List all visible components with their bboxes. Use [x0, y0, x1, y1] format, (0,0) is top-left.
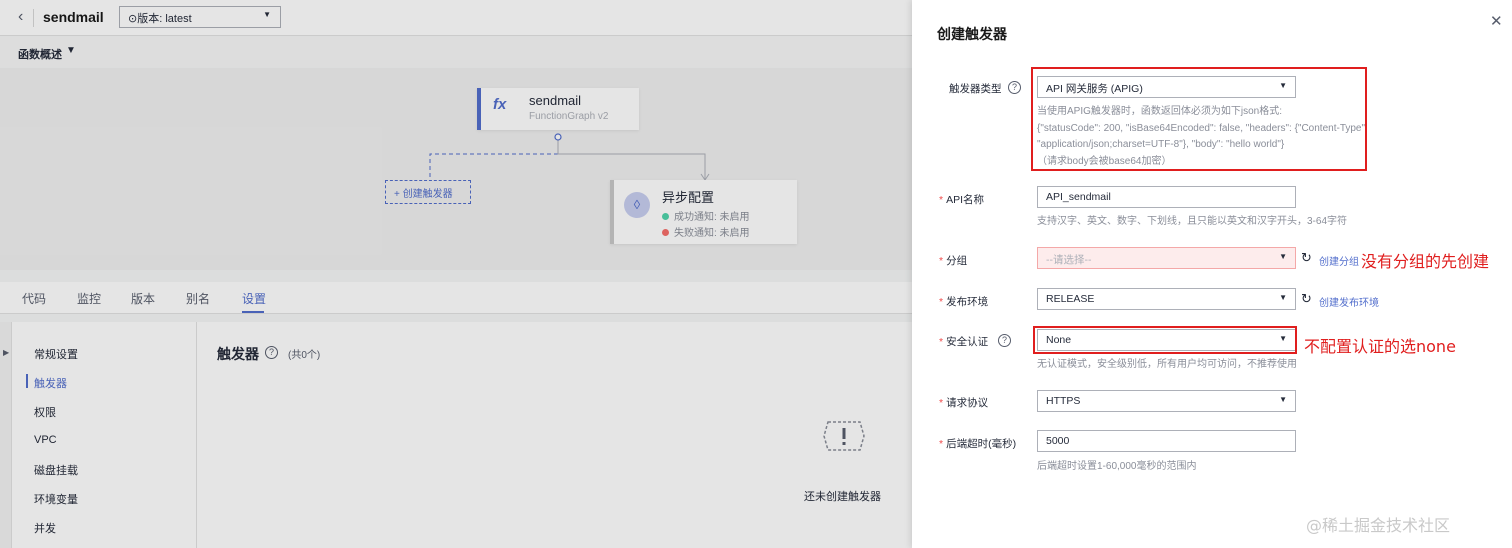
refresh-icon[interactable]: ↻: [1301, 291, 1312, 307]
timeout-label: * 后端超时(毫秒): [939, 438, 1017, 450]
api-name-value: API_sendmail: [1046, 191, 1111, 203]
caret-down-icon: ▼: [1279, 293, 1287, 302]
api-name-label-text: API名称: [946, 194, 985, 206]
env-select[interactable]: RELEASE ▼: [1037, 288, 1296, 310]
drawer-title: 创建触发器: [937, 26, 1007, 42]
protocol-label: * 请求协议: [939, 397, 989, 409]
create-group-link[interactable]: 创建分组: [1319, 253, 1359, 268]
group-annotation: 没有分组的先创建: [1361, 252, 1490, 271]
timeout-hint: 后端超时设置1-60,000毫秒的范围内: [1037, 461, 1197, 472]
group-label: * 分组: [939, 255, 968, 267]
caret-down-icon: ▼: [1279, 252, 1287, 261]
timeout-value: 5000: [1046, 435, 1070, 447]
group-placeholder: --请选择--: [1046, 254, 1092, 266]
timeout-label-text: 后端超时(毫秒): [946, 438, 1017, 450]
group-select[interactable]: --请选择-- ▼: [1037, 247, 1296, 269]
create-env-link[interactable]: 创建发布环境: [1319, 294, 1379, 309]
auth-label-text: 安全认证: [946, 336, 989, 348]
auth-hint: 无认证模式，安全级别低，所有用户均可访问，不推荐使用: [1037, 359, 1297, 370]
annotation-box-auth: [1033, 326, 1297, 354]
trigger-type-label: 触发器类型: [949, 83, 1002, 95]
protocol-label-text: 请求协议: [946, 397, 989, 409]
timeout-input[interactable]: 5000: [1037, 430, 1296, 452]
refresh-icon[interactable]: ↻: [1301, 250, 1312, 266]
help-icon[interactable]: ?: [998, 334, 1011, 347]
help-icon[interactable]: ?: [1008, 81, 1021, 94]
env-label: * 发布环境: [939, 296, 989, 308]
env-value: RELEASE: [1046, 293, 1095, 305]
create-trigger-drawer: 创建触发器 ✕ 触发器类型 ? API 网关服务 (APIG) ▼ 当使用API…: [912, 0, 1512, 548]
group-label-text: 分组: [946, 255, 968, 267]
modal-overlay[interactable]: [0, 0, 912, 548]
env-label-text: 发布环境: [946, 296, 989, 308]
watermark: @稀土掘金技术社区: [1306, 516, 1451, 535]
auth-label: * 安全认证: [939, 336, 989, 348]
auth-annotation: 不配置认证的选none: [1304, 337, 1456, 356]
close-icon[interactable]: ✕: [1490, 12, 1503, 30]
annotation-box-trigger-type: [1031, 67, 1367, 171]
api-name-hint: 支持汉字、英文、数字、下划线，且只能以英文和汉字开头，3-64字符: [1037, 216, 1348, 227]
protocol-value: HTTPS: [1046, 395, 1081, 407]
protocol-select[interactable]: HTTPS ▼: [1037, 390, 1296, 412]
api-name-label: * API名称: [939, 194, 985, 206]
api-name-input[interactable]: API_sendmail: [1037, 186, 1296, 208]
caret-down-icon: ▼: [1279, 395, 1287, 404]
